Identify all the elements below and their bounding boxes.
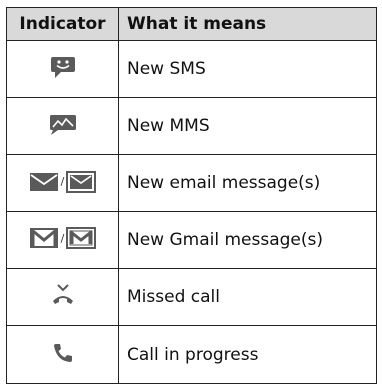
missed-call-icon xyxy=(52,284,73,304)
meaning-cell: New SMS xyxy=(118,40,377,98)
table-row: New SMS xyxy=(6,40,377,98)
table-row: Call in progress xyxy=(6,325,377,384)
meaning-cell: New Gmail message(s) xyxy=(118,211,377,269)
table-row: New MMS xyxy=(6,97,377,155)
status-indicators-table: Indicator What it means New SMS New MMS … xyxy=(6,7,377,384)
mms-picture-bubble-icon xyxy=(49,115,76,135)
gmail-outline-icon xyxy=(66,227,97,249)
indicator-cell xyxy=(6,268,119,326)
indicator-cell xyxy=(6,97,119,155)
icon-separator: / xyxy=(60,175,65,188)
indicator-column-header: Indicator xyxy=(6,7,119,41)
meaning-cell: New email message(s) xyxy=(118,154,377,212)
indicator-cell xyxy=(6,325,119,384)
meaning-cell: Missed call xyxy=(118,268,377,326)
meaning-column-header: What it means xyxy=(118,7,377,41)
table-row: / New Gmail message(s) xyxy=(6,211,377,269)
indicator-cell xyxy=(6,40,119,98)
meaning-cell: Call in progress xyxy=(118,325,377,384)
meaning-cell: New MMS xyxy=(118,97,377,155)
phone-handset-icon xyxy=(53,343,72,362)
email-envelope-icon xyxy=(29,172,58,191)
table-header-row: Indicator What it means xyxy=(6,7,377,41)
indicator-cell: / xyxy=(6,154,119,212)
sms-smiley-bubble-icon xyxy=(50,57,75,78)
icon-separator: / xyxy=(60,231,65,245)
table-row: / New email message(s) xyxy=(6,154,377,212)
indicator-cell: / xyxy=(6,211,119,269)
table-row: Missed call xyxy=(6,268,377,326)
gmail-icon xyxy=(29,227,58,248)
email-envelope-outline-icon xyxy=(66,170,97,193)
